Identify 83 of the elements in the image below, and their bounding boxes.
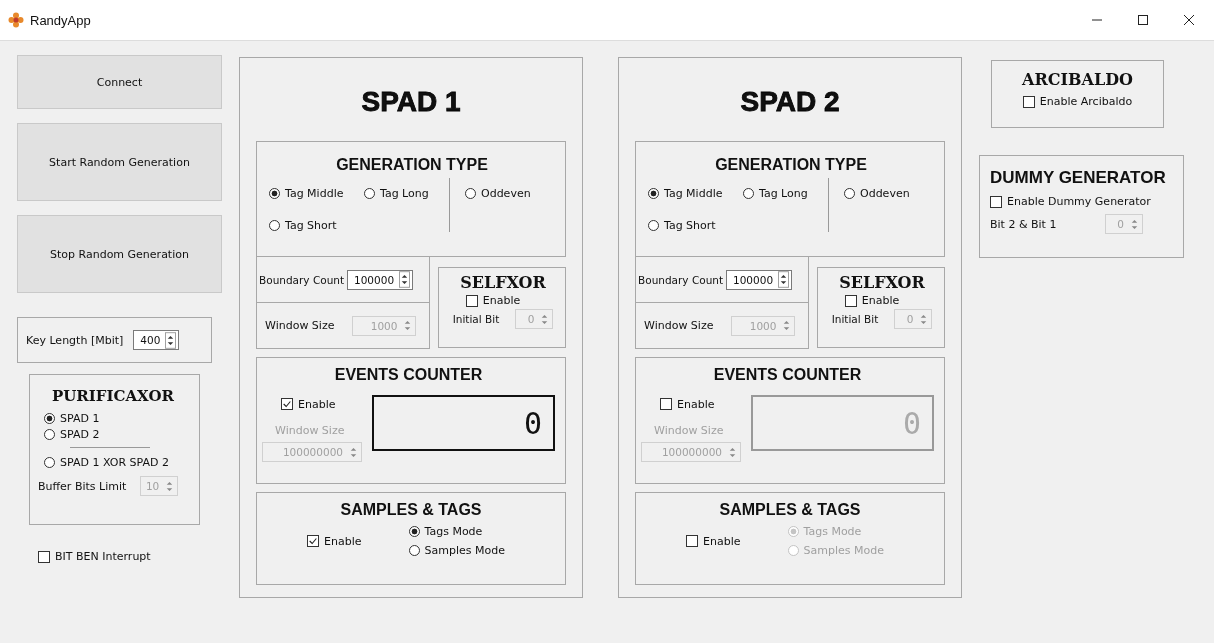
panel-title: PURIFICAXOR xyxy=(52,387,175,405)
group-title: SAMPLES & TAGS xyxy=(718,501,862,519)
field-label: Buffer Bits Limit xyxy=(38,479,127,493)
checkbox-label[interactable]: Enable xyxy=(324,534,362,548)
panel-title: ARCIBALDO xyxy=(1022,70,1133,89)
field-label: Initial Bit xyxy=(831,313,879,325)
radio-label[interactable]: SPAD 1 xyxy=(60,412,100,425)
field-label: Window Size xyxy=(265,319,335,332)
action-button[interactable]: Start Random Generation xyxy=(17,123,222,201)
field-label: Key Length [Mbit] xyxy=(26,333,124,347)
radio-button[interactable] xyxy=(465,187,476,199)
spin-arrows-icon[interactable] xyxy=(399,271,411,288)
group-title: GENERATION TYPE xyxy=(714,156,868,174)
checkbox-label[interactable]: Enable xyxy=(861,294,900,307)
radio-label[interactable]: Tag Long xyxy=(759,186,808,200)
checkbox-label[interactable]: BIT BEN Interrupt xyxy=(55,550,151,563)
radio-button[interactable] xyxy=(44,413,55,424)
counter-display: 0 xyxy=(372,395,555,451)
radio-label[interactable]: Tag Short xyxy=(285,218,337,232)
radio-button[interactable] xyxy=(648,187,659,199)
panel-title: SPAD 2 xyxy=(739,85,841,119)
radio-label[interactable]: Tag Short xyxy=(664,218,716,232)
radio-label[interactable]: Tag Long xyxy=(380,186,429,200)
checkbox-label[interactable]: Enable xyxy=(677,397,715,411)
radio-button[interactable] xyxy=(269,187,280,199)
checkbox[interactable] xyxy=(844,294,857,307)
checkbox[interactable] xyxy=(465,294,478,307)
number-field[interactable]: 100000 xyxy=(347,269,414,290)
radio-button[interactable] xyxy=(364,187,375,199)
group-title: SELFXOR xyxy=(460,273,546,292)
checkbox[interactable] xyxy=(1022,95,1035,108)
field-label: Window Size xyxy=(275,424,345,437)
spin-arrows-icon[interactable] xyxy=(778,271,790,288)
checkbox[interactable] xyxy=(660,398,672,410)
radio-label[interactable]: SPAD 1 XOR SPAD 2 xyxy=(60,456,169,469)
group-title: GENERATION TYPE xyxy=(335,156,489,174)
field-label: Window Size xyxy=(644,319,714,332)
counter-display: 0 xyxy=(751,395,934,451)
action-button[interactable]: Stop Random Generation xyxy=(17,215,222,293)
number-field[interactable]: 100000 xyxy=(726,269,793,290)
radio-button[interactable] xyxy=(408,526,420,537)
radio-button[interactable] xyxy=(408,545,420,556)
radio-label[interactable]: Tags Mode xyxy=(424,525,483,538)
radio-button[interactable] xyxy=(44,429,55,440)
group-title: EVENTS COUNTER xyxy=(712,366,863,384)
checkbox[interactable] xyxy=(281,398,293,410)
checkbox-label[interactable]: Enable xyxy=(703,534,741,548)
radio-label[interactable]: SPAD 2 xyxy=(60,428,100,441)
window-title: RandyApp xyxy=(30,12,91,28)
field-label: Bit 2 & Bit 1 xyxy=(990,217,1058,231)
flower-icon xyxy=(8,12,24,28)
field-label: Boundary Count xyxy=(638,273,724,286)
radio-label[interactable]: Tag Middle xyxy=(664,186,723,200)
spin-arrows-icon[interactable] xyxy=(165,331,177,349)
radio-button[interactable] xyxy=(844,187,855,199)
checkbox-label[interactable]: Enable Arcibaldo xyxy=(1039,95,1133,108)
field-label: Window Size xyxy=(654,424,724,437)
checkbox-label[interactable]: Enable xyxy=(298,397,336,411)
group-title: SAMPLES & TAGS xyxy=(339,501,483,519)
group-title: SELFXOR xyxy=(839,273,925,292)
action-button[interactable]: Connect xyxy=(17,55,222,109)
panel-title: DUMMY GENERATOR xyxy=(990,168,1167,188)
checkbox[interactable] xyxy=(38,550,50,563)
checkbox[interactable] xyxy=(307,535,319,547)
checkbox[interactable] xyxy=(686,535,698,547)
radio-button[interactable] xyxy=(648,219,659,231)
group-title: EVENTS COUNTER xyxy=(333,366,484,384)
radio-button[interactable] xyxy=(44,457,55,468)
radio-label[interactable]: Oddeven xyxy=(860,186,910,200)
maximize-icon[interactable] xyxy=(1137,14,1149,26)
panel-title: SPAD 1 xyxy=(360,85,462,119)
radio-button[interactable] xyxy=(743,187,754,199)
radio-button[interactable] xyxy=(269,219,280,231)
radio-label[interactable]: Samples Mode xyxy=(424,544,505,557)
field-label: Initial Bit xyxy=(452,313,500,325)
close-icon[interactable] xyxy=(1183,14,1195,26)
checkbox-label[interactable]: Enable Dummy Generator xyxy=(1007,195,1151,208)
checkbox[interactable] xyxy=(990,195,1002,208)
radio-label[interactable]: Oddeven xyxy=(481,186,531,200)
radio-label[interactable]: Tag Middle xyxy=(285,186,344,200)
checkbox-label[interactable]: Enable xyxy=(482,294,521,307)
number-field[interactable]: 400 xyxy=(133,330,180,350)
field-label: Boundary Count xyxy=(259,273,345,286)
